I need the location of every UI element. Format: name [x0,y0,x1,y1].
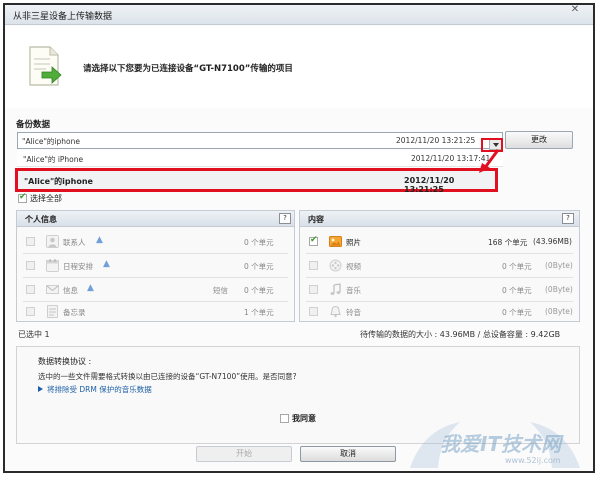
item-count: 1 个单元 [244,308,274,317]
annotation-arrow-icon [479,149,500,173]
list-item[interactable]: 联系人 ▲ 0 个单元 [17,230,294,253]
selected-count: 已选中 1 [18,330,50,339]
item-checkbox[interactable] [309,285,318,294]
document-transfer-icon [29,46,62,86]
list-item[interactable]: 照片 168 个单元 (43.96MB) [300,230,579,253]
transfer-size-info: 待传输的数据的大小 : 43.96MB / 总设备容量 : 9.42GB [360,330,561,339]
title-bar: 从非三星设备上传输数据 [5,5,593,25]
item-checkbox[interactable] [26,237,35,246]
item-label: 日程安排 [63,262,93,271]
backup-section-title: 备份数据 [16,120,51,130]
warning-icon: ▲ [87,283,94,293]
item-label: 备忘录 [63,308,86,317]
select-all-label: 选择全部 [30,194,62,203]
selected-backup-date: 2012/11/20 13:21:25 [396,136,476,145]
agree-checkbox[interactable] [280,414,289,423]
memo-icon [47,305,58,318]
item-checkbox[interactable] [309,307,318,316]
warning-icon: ▲ [103,259,110,269]
item-count: 0 个单元 [502,262,532,271]
item-size: (0Byte) [545,285,573,294]
photo-icon [329,236,342,247]
item-size: (0Byte) [545,261,573,270]
item-label: 照片 [346,238,361,247]
list-item[interactable]: 备忘录 1 个单元 [17,300,294,323]
message-icon [46,285,59,294]
backup-option-name: "Alice"的iphone [24,177,93,186]
item-label: 铃音 [346,308,361,317]
list-item[interactable]: 视频 0 个单元 (0Byte) [300,254,579,277]
drm-exclusion-link[interactable]: 将排除受 DRM 保护的音乐数据 [38,384,152,395]
item-checkbox[interactable] [309,235,318,246]
calendar-icon [46,259,59,272]
warning-icon: ▲ [96,235,103,245]
item-label: 信息 [63,286,78,295]
item-size: (43.96MB) [533,237,572,246]
item-checkbox[interactable] [26,307,35,316]
item-label: 音乐 [346,286,361,295]
panel-title: 个人信息 [25,215,57,224]
item-label: 视频 [346,262,361,271]
music-icon [330,283,341,295]
video-icon [329,259,342,272]
item-checkbox[interactable] [309,261,318,270]
item-count: 0 个单元 [244,286,274,295]
select-all[interactable]: 选择全部 [18,192,62,204]
list-item[interactable]: 音乐 0 个单元 (0Byte) [300,278,579,301]
backup-option-date: 2012/11/20 13:21:25 [404,176,455,194]
drm-link-text: 将排除受 DRM 保护的音乐数据 [47,385,152,394]
watermark-url: www.52ij.com [505,456,561,465]
prompt-text: 请选择以下您要为已连接设备“GT-N7100”传输的项目 [83,64,293,74]
item-subtype: 短信 [213,286,228,295]
change-button[interactable]: 更改 [505,131,573,149]
backup-option-name: "Alice"的 iPhone [23,155,84,164]
content-panel: 内容 ? 照片 168 个单元 (43.96MB) 视频 0 个单元 (0Byt… [299,210,580,322]
agree-option[interactable]: 我同意 [280,413,316,424]
backup-option[interactable]: "Alice"的 iPhone 2012/11/20 13:17:41 [17,150,503,167]
item-label: 联系人 [63,238,86,247]
expand-arrow-icon [38,386,43,392]
backup-option-highlighted[interactable]: "Alice"的iphone 2012/11/20 13:21:25 [15,168,498,194]
item-checkbox[interactable] [26,285,35,294]
window-title: 从非三星设备上传输数据 [13,12,113,22]
item-checkbox[interactable] [26,261,35,270]
ringtone-icon [330,305,341,318]
selected-backup-name: "Alice"的iphone [22,137,80,146]
contacts-icon [46,235,59,248]
agree-label: 我同意 [292,414,316,423]
list-item[interactable]: 日程安排 ▲ 0 个单元 [17,254,294,277]
panel-title: 内容 [308,215,324,224]
item-count: 168 个单元 [488,238,528,247]
list-item[interactable]: 信息 ▲ 短信 0 个单元 [17,278,294,301]
help-icon[interactable]: ? [279,213,291,224]
list-item[interactable]: 铃音 0 个单元 (0Byte) [300,300,579,323]
panel-header: 个人信息 ? [17,211,294,227]
panel-header: 内容 ? [300,211,579,227]
personal-info-panel: 个人信息 ? 联系人 ▲ 0 个单元 日程安排 ▲ 0 个单元 信息 ▲ 短信 … [16,210,295,322]
select-all-checkbox[interactable] [18,192,27,203]
watermark-text: 我爱IT技术网 [440,432,562,456]
item-count: 0 个单元 [502,286,532,295]
backup-select[interactable]: "Alice"的iphone 2012/11/20 13:21:25 [17,132,503,149]
conversion-title: 数据转换协议 : [38,357,92,366]
help-icon[interactable]: ? [562,213,574,224]
item-count: 0 个单元 [244,262,274,271]
item-count: 0 个单元 [244,238,274,247]
cancel-button[interactable]: 取消 [300,446,396,462]
conversion-text: 选中的一些文件需要格式转换以由已连接的设备“GT-N7100”使用。是否同意? [38,372,297,381]
close-icon[interactable]: ✕ [568,4,582,16]
start-button[interactable]: 开始 [196,446,292,462]
item-count: 0 个单元 [502,308,532,317]
item-size: (0Byte) [545,307,573,316]
